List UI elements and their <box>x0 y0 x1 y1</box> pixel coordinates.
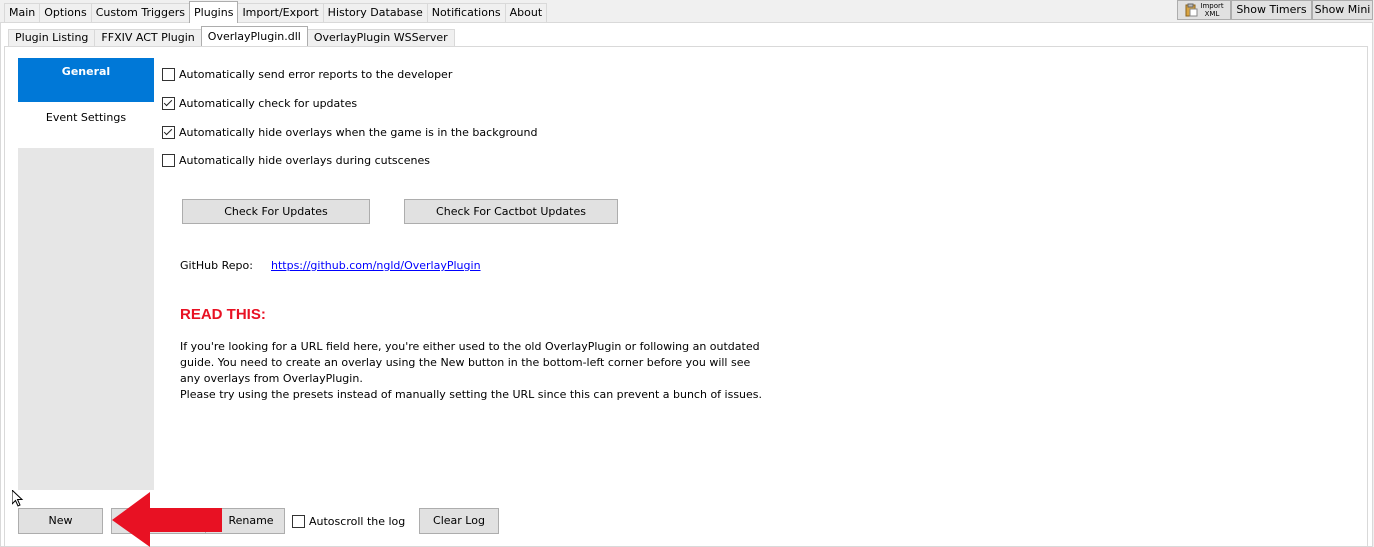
tab-main[interactable]: Main <box>4 3 41 22</box>
autoscroll-label: Autoscroll the log <box>309 514 406 528</box>
main-tab-strip: Main Options Custom Triggers Plugins Imp… <box>4 1 548 23</box>
plugin-tab-strip: Plugin Listing FFXIV ACT Plugin OverlayP… <box>8 26 455 47</box>
import-xml-label: Import XML <box>1200 2 1223 18</box>
notice-line: guide. You need to create an overlay usi… <box>180 356 751 369</box>
tab-about[interactable]: About <box>504 3 548 22</box>
hide-cutscenes-label: Automatically hide overlays during cutsc… <box>179 153 430 167</box>
tab-plugins[interactable]: Plugins <box>189 1 239 23</box>
notice-line: Please try using the presets instead of … <box>180 388 763 401</box>
hide-cutscenes-checkbox[interactable] <box>162 153 175 167</box>
tab-custom-triggers[interactable]: Custom Triggers <box>90 3 191 22</box>
check-for-cactbot-updates-button[interactable]: Check For Cactbot Updates <box>404 199 618 224</box>
notice-text: If you're looking for a URL field here, … <box>180 339 780 403</box>
notice-line: If you're looking for a URL field here, … <box>180 340 760 353</box>
hide-background-checkbox-row[interactable]: Automatically hide overlays when the gam… <box>162 124 537 140</box>
sidebar-item-event-settings[interactable]: Event Settings <box>18 102 154 148</box>
show-timers-button[interactable]: Show Timers <box>1231 0 1312 20</box>
check-updates-checkbox[interactable] <box>162 96 175 110</box>
tab-notifications[interactable]: Notifications <box>426 3 506 22</box>
clear-log-button[interactable]: Clear Log <box>419 508 499 534</box>
tab-overlayplugin-wsserver[interactable]: OverlayPlugin WSServer <box>306 29 455 46</box>
error-reports-checkbox[interactable] <box>162 67 175 81</box>
check-updates-label: Automatically check for updates <box>179 96 358 110</box>
clipboard-icon <box>1184 3 1198 17</box>
tab-overlayplugin-dll[interactable]: OverlayPlugin.dll <box>200 26 308 46</box>
github-repo-link[interactable]: https://github.com/ngld/OverlayPlugin <box>271 259 481 272</box>
error-reports-label: Automatically send error reports to the … <box>179 67 453 81</box>
check-for-updates-button[interactable]: Check For Updates <box>182 199 370 224</box>
autoscroll-checkbox[interactable] <box>292 514 305 528</box>
notice-line: any overlays from OverlayPlugin. <box>180 372 363 385</box>
mouse-cursor-icon <box>12 490 24 507</box>
autoscroll-checkbox-row[interactable]: Autoscroll the log <box>292 513 405 529</box>
tab-history-database[interactable]: History Database <box>322 3 428 22</box>
read-this-heading: READ THIS: <box>180 306 266 323</box>
red-arrow-annotation <box>112 492 222 547</box>
overlayplugin-panel <box>4 46 1368 547</box>
tab-ffxiv-act-plugin[interactable]: FFXIV ACT Plugin <box>94 29 202 46</box>
hide-cutscenes-checkbox-row[interactable]: Automatically hide overlays during cutsc… <box>162 152 430 168</box>
sidebar-item-general[interactable]: General <box>18 58 154 102</box>
tab-import-export[interactable]: Import/Export <box>237 3 324 22</box>
import-xml-line2: XML <box>1204 10 1220 18</box>
tab-options[interactable]: Options <box>39 3 92 22</box>
hide-background-label: Automatically hide overlays when the gam… <box>179 125 538 139</box>
tab-plugin-listing[interactable]: Plugin Listing <box>8 29 96 46</box>
import-xml-button[interactable]: Import XML <box>1177 0 1231 20</box>
show-mini-button[interactable]: Show Mini <box>1312 0 1373 20</box>
hide-background-checkbox[interactable] <box>162 125 175 139</box>
github-repo-label: GitHub Repo: <box>180 259 253 272</box>
check-updates-checkbox-row[interactable]: Automatically check for updates <box>162 95 357 111</box>
error-reports-checkbox-row[interactable]: Automatically send error reports to the … <box>162 66 452 82</box>
import-xml-line1: Import <box>1200 2 1224 10</box>
new-button[interactable]: New <box>18 508 103 534</box>
